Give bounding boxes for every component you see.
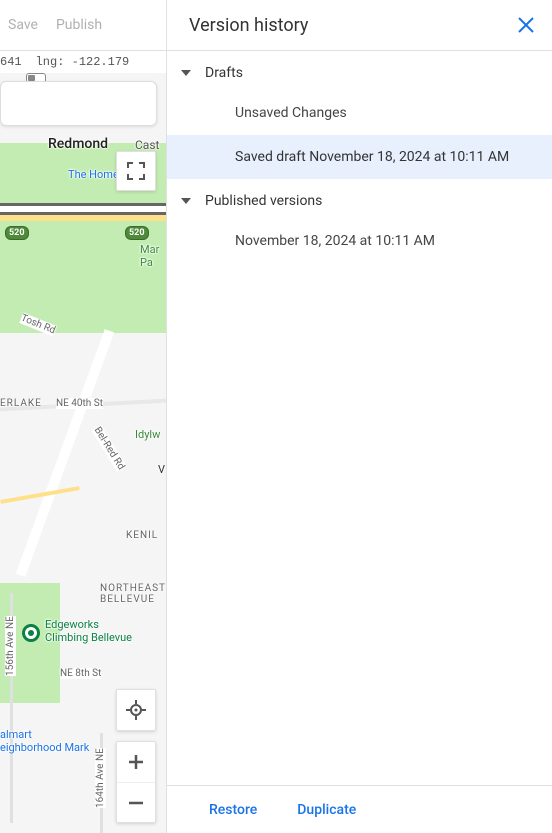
published-section-label: Published versions [205,193,322,209]
zoom-out-button[interactable] [117,782,155,822]
road-ne40: NE 40th St [56,398,103,409]
label-idylw: Idylw [135,428,160,441]
map-marker-icon [22,624,40,642]
road-156: 156th Ave NE [5,616,16,676]
duplicate-button[interactable]: Duplicate [297,802,356,818]
poi-edgeworks: Edgeworks Climbing Bellevue [45,618,132,644]
road-ne8: NE 8th St [60,668,101,679]
chevron-down-icon [181,70,191,76]
zoom-in-button[interactable] [117,742,155,782]
publish-button[interactable]: Publish [56,17,102,33]
label-marpa: Mar Pa [140,243,159,269]
version-history-panel: Version history Drafts Unsaved Changes S… [167,0,552,833]
crosshair-icon [126,700,146,720]
fullscreen-button[interactable] [116,151,156,191]
search-box[interactable] [0,81,157,126]
fullscreen-icon [127,162,145,180]
city-label-redmond: Redmond [48,136,108,152]
road-164: 164th Ave NE [95,748,106,808]
drafts-section-label: Drafts [205,65,243,81]
hwy-shield-520: 520 [125,226,149,240]
poi-walmart: almart eighborhood Mark [0,728,89,754]
top-toolbar: Save Publish [0,0,166,51]
coordinates-bar: 641 lng: -122.179 [0,51,166,73]
label-cast: Cast [135,138,159,152]
minus-icon [128,795,144,811]
neigh-nebell: NORTHEAST BELLEVUE [100,583,166,605]
panel-title: Version history [189,15,308,36]
hwy-shield-520b: 520 [5,226,29,240]
label-v: V [158,463,165,476]
save-button[interactable]: Save [8,17,38,33]
close-button[interactable] [516,15,536,35]
version-item-published[interactable]: November 18, 2024 at 10:11 AM [167,219,552,263]
published-section-toggle[interactable]: Published versions [167,179,552,219]
version-item-unsaved[interactable]: Unsaved Changes [167,91,552,135]
restore-button[interactable]: Restore [209,802,257,818]
chevron-down-icon [181,198,191,204]
neigh-kenil: KENIL [126,530,158,541]
drafts-section-toggle[interactable]: Drafts [167,51,552,91]
version-item-saved-draft[interactable]: Saved draft November 18, 2024 at 10:11 A… [167,135,552,179]
close-icon [516,15,536,35]
lng-label: lng: -122.179 [36,55,130,69]
neigh-erlake: ERLAKE [0,398,42,409]
my-location-button[interactable] [116,689,156,731]
lat-fragment: 641 [0,55,22,69]
map-canvas[interactable]: 520 520 Redmond Cast The Home Depo Mar P… [0,73,166,833]
plus-icon [128,754,144,770]
